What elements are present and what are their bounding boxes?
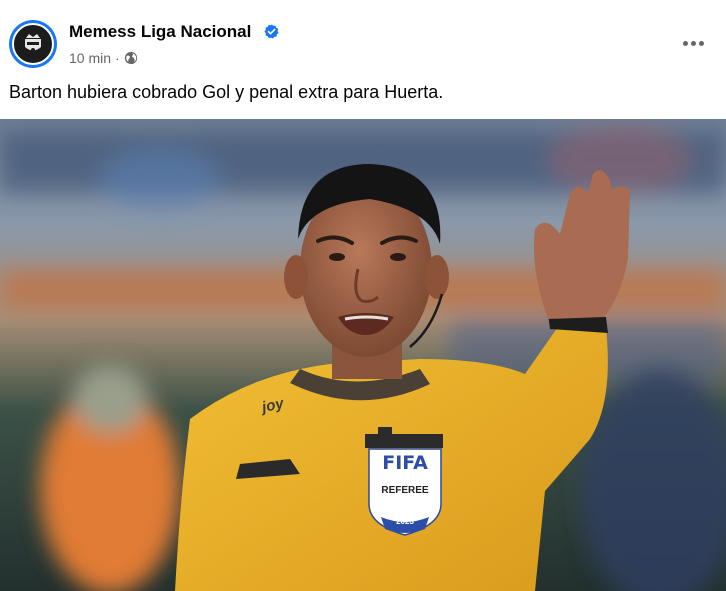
post-timestamp[interactable]: 10 min — [69, 50, 111, 66]
post-photo[interactable]: FIFA REFEREE 2023 joy — [0, 119, 726, 591]
page-name[interactable]: Memess Liga Nacional — [69, 22, 251, 42]
page-avatar[interactable] — [9, 20, 57, 68]
post-meta: 10 min · — [69, 50, 138, 66]
post-header: Memess Liga Nacional 10 min · — [0, 0, 726, 76]
badge-year: 2023 — [396, 517, 414, 526]
badge-role: REFEREE — [381, 485, 429, 496]
verified-badge-icon — [264, 24, 279, 39]
dot — [690, 40, 696, 46]
post-text: Barton hubiera cobrado Gol y penal extra… — [9, 82, 444, 102]
globe-icon[interactable] — [124, 51, 138, 65]
dot — [698, 40, 704, 46]
referee-photo — [0, 119, 726, 591]
badge-brand: FIFA — [382, 452, 428, 474]
meta-separator: · — [115, 50, 120, 66]
more-options-button[interactable] — [676, 30, 710, 56]
dot — [682, 40, 688, 46]
page-logo — [12, 23, 54, 65]
